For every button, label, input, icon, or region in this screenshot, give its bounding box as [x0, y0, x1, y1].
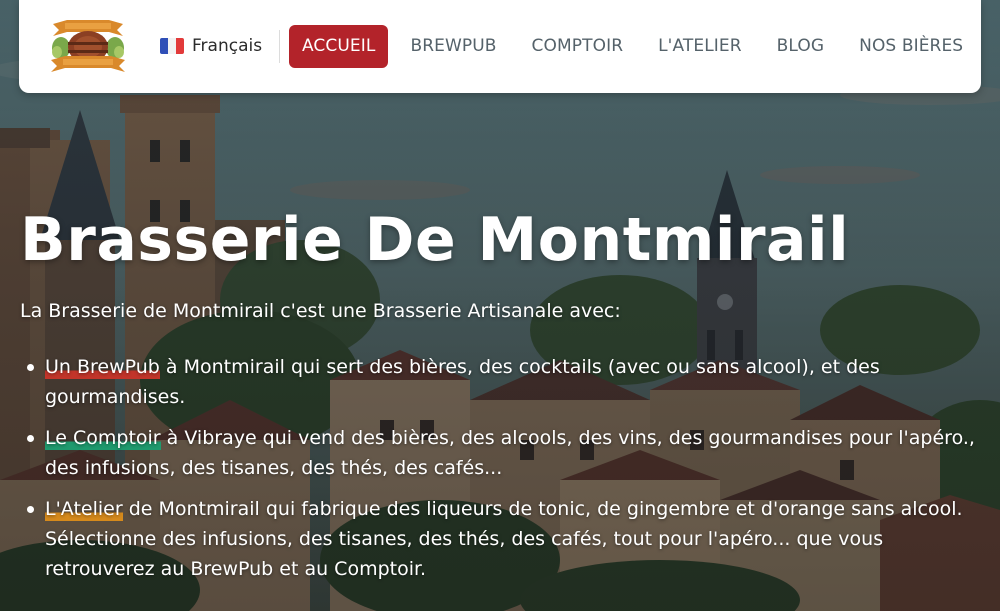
list-item-atelier: L'Atelier de Montmirail qui fabrique des…	[20, 494, 980, 584]
language-label: Français	[192, 36, 263, 56]
hero-intro: La Brasserie de Montmirail c'est une Bra…	[20, 300, 621, 322]
nav-item-brewpub[interactable]: BREWPUB	[397, 25, 509, 68]
header-divider	[279, 30, 280, 63]
main-navigation: ACCUEIL BREWPUB COMPTOIR L'ATELIER BLOG …	[289, 25, 985, 68]
page-title: Brasserie De Montmirail	[20, 205, 850, 275]
nav-item-atelier[interactable]: L'ATELIER	[645, 25, 755, 68]
nav-item-nos-bieres[interactable]: NOS BIÈRES	[846, 25, 976, 68]
atelier-description: de Montmirail qui fabrique des liqueurs …	[45, 498, 963, 580]
brasserie-logo[interactable]	[47, 14, 129, 76]
nav-item-accueil[interactable]: ACCUEIL	[289, 25, 389, 68]
site-header: Français ACCUEIL BREWPUB COMPTOIR L'ATEL…	[19, 0, 981, 93]
comptoir-description: à Vibraye qui vend des bières, des alcoo…	[45, 427, 975, 479]
brewpub-link[interactable]: Un BrewPub	[45, 356, 160, 379]
comptoir-link[interactable]: Le Comptoir	[45, 427, 161, 450]
nav-item-blog[interactable]: BLOG	[764, 25, 837, 68]
list-item-brewpub: Un BrewPub à Montmirail qui sert des biè…	[20, 352, 980, 412]
services-list: Un BrewPub à Montmirail qui sert des biè…	[20, 352, 980, 595]
france-flag-icon	[160, 38, 184, 54]
brewpub-description: à Montmirail qui sert des bières, des co…	[45, 356, 880, 408]
list-item-comptoir: Le Comptoir à Vibraye qui vend des bière…	[20, 423, 980, 483]
language-selector[interactable]: Français	[160, 34, 262, 58]
atelier-link[interactable]: L'Atelier	[45, 498, 123, 521]
nav-item-comptoir[interactable]: COMPTOIR	[519, 25, 637, 68]
